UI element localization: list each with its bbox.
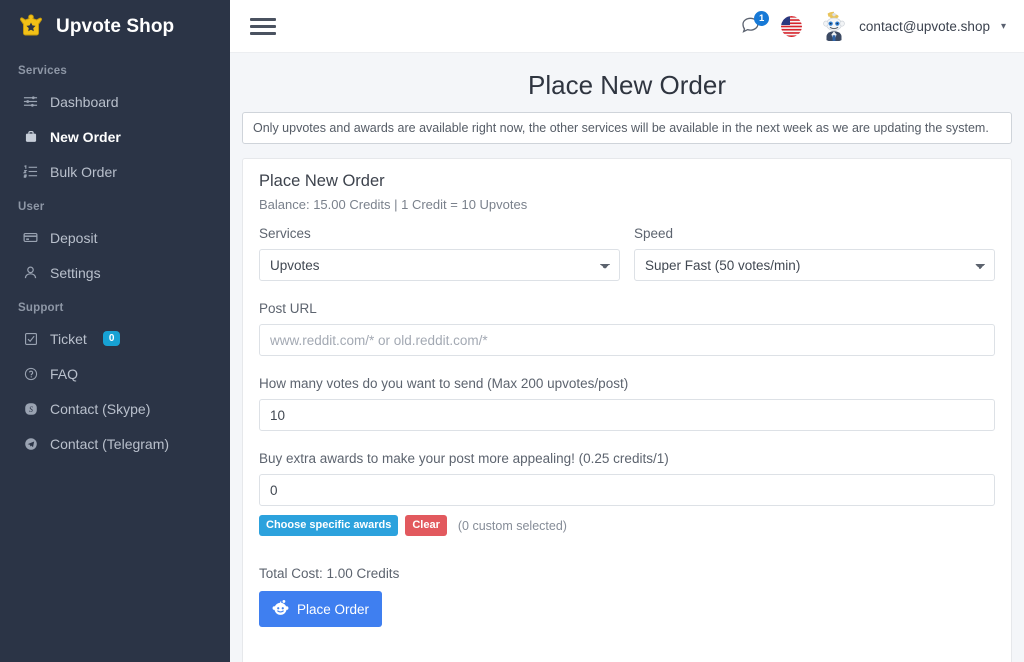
chevron-down-icon: ▾ — [1000, 20, 1006, 32]
services-field-group: Services Upvotes — [259, 226, 620, 281]
main-content: 1 contact@upvote.shop ▾ Place New Order … — [230, 0, 1024, 662]
sidebar-item-settings[interactable]: Settings — [0, 255, 230, 290]
post-url-label: Post URL — [259, 301, 317, 316]
votes-input[interactable] — [259, 399, 995, 431]
brand[interactable]: Upvote Shop — [0, 0, 230, 53]
speed-label: Speed — [634, 226, 674, 241]
balance-info: Balance: 15.00 Credits | 1 Credit = 10 U… — [259, 197, 528, 212]
list-ordered-icon — [22, 163, 39, 180]
user-email: contact@upvote.shop — [859, 18, 990, 34]
reddit-snoo-avatar — [818, 10, 851, 42]
brand-name: Upvote Shop — [56, 15, 175, 37]
hamburger-icon[interactable] — [250, 16, 276, 36]
nav-section-user: User — [18, 201, 45, 213]
sidebar-item-contact-telegram[interactable]: Contact (Telegram) — [0, 426, 230, 461]
check-square-icon — [22, 330, 39, 347]
sidebar-item-label: New Order — [50, 128, 121, 145]
order-form: Services Upvotes Speed Super Fast (50 vo… — [243, 226, 1011, 647]
us-flag-icon[interactable] — [781, 15, 803, 37]
sidebar-item-deposit[interactable]: Deposit — [0, 220, 230, 255]
awards-field-group: Buy extra awards to make your post more … — [259, 451, 995, 537]
post-url-input[interactable] — [259, 324, 995, 356]
sidebar-item-dashboard[interactable]: Dashboard — [0, 84, 230, 119]
reddit-icon — [272, 599, 289, 619]
choose-specific-awards-button[interactable]: Choose specific awards — [259, 515, 399, 537]
nav-section-services: Services — [18, 65, 67, 77]
sidebar-item-label: Dashboard — [50, 93, 119, 110]
services-speed-row: Services Upvotes Speed Super Fast (50 vo… — [259, 226, 995, 301]
post-url-field-group: Post URL — [259, 301, 995, 356]
sidebar-item-label: Bulk Order — [50, 163, 117, 180]
speed-select[interactable]: Super Fast (50 votes/min) — [634, 249, 995, 281]
topbar-actions: 1 contact@upvote.shop ▾ — [739, 10, 1006, 42]
user-menu[interactable]: contact@upvote.shop ▾ — [818, 10, 1006, 42]
sidebar-item-ticket[interactable]: Ticket 0 — [0, 321, 230, 356]
place-order-button[interactable]: Place Order — [259, 591, 383, 628]
votes-label: How many votes do you want to send (Max … — [259, 376, 629, 391]
sidebar-item-new-order[interactable]: New Order — [0, 119, 230, 154]
speed-field-group: Speed Super Fast (50 votes/min) — [634, 226, 995, 281]
services-label: Services — [259, 226, 311, 241]
nav-section-support: Support — [18, 302, 64, 314]
sidebar-item-label: FAQ — [50, 365, 79, 382]
sidebar-item-contact-skype[interactable]: S Contact (Skype) — [0, 391, 230, 426]
sidebar: Upvote Shop Services Dashboard New Order… — [0, 0, 230, 662]
sidebar-item-label: Contact (Skype) — [50, 400, 151, 417]
app-root: Upvote Shop Services Dashboard New Order… — [0, 0, 1024, 662]
custom-selected-note: (0 custom selected) — [457, 518, 567, 533]
card-title: Place New Order — [259, 172, 385, 190]
page-title: Place New Order — [528, 70, 726, 100]
notification-count: 1 — [754, 11, 770, 26]
sidebar-item-bulk-order[interactable]: Bulk Order — [0, 154, 230, 189]
system-notice: Only upvotes and awards are available ri… — [242, 112, 1012, 144]
sidebar-item-label: Ticket — [50, 330, 87, 347]
awards-buttons-row: Choose specific awards Clear (0 custom s… — [259, 515, 995, 537]
awards-label: Buy extra awards to make your post more … — [259, 451, 669, 466]
order-card: Place New Order Balance: 15.00 Credits |… — [242, 158, 1012, 662]
topbar: 1 contact@upvote.shop ▾ — [230, 0, 1024, 53]
telegram-icon — [22, 435, 39, 452]
user-icon — [22, 264, 39, 281]
sliders-icon — [22, 93, 39, 110]
skype-icon: S — [22, 400, 39, 417]
clear-awards-button[interactable]: Clear — [405, 515, 447, 537]
ticket-count-badge: 0 — [102, 331, 121, 346]
sidebar-item-label: Deposit — [50, 229, 98, 246]
sidebar-item-faq[interactable]: FAQ — [0, 356, 230, 391]
briefcase-icon — [22, 128, 39, 145]
total-cost: Total Cost: 1.00 Credits — [259, 566, 400, 582]
sidebar-item-label: Settings — [50, 264, 101, 281]
place-order-label: Place Order — [297, 601, 370, 617]
chat-bubble-icon[interactable]: 1 — [739, 11, 770, 39]
credit-card-icon — [22, 229, 39, 246]
services-select[interactable]: Upvotes — [259, 249, 620, 281]
crown-star-icon — [16, 12, 46, 42]
sidebar-item-label: Contact (Telegram) — [50, 435, 170, 452]
card-header: Place New Order Balance: 15.00 Credits |… — [243, 159, 1011, 226]
question-circle-icon — [22, 365, 39, 382]
awards-input[interactable] — [259, 474, 995, 506]
votes-field-group: How many votes do you want to send (Max … — [259, 376, 995, 431]
svg-text:S: S — [29, 404, 33, 413]
